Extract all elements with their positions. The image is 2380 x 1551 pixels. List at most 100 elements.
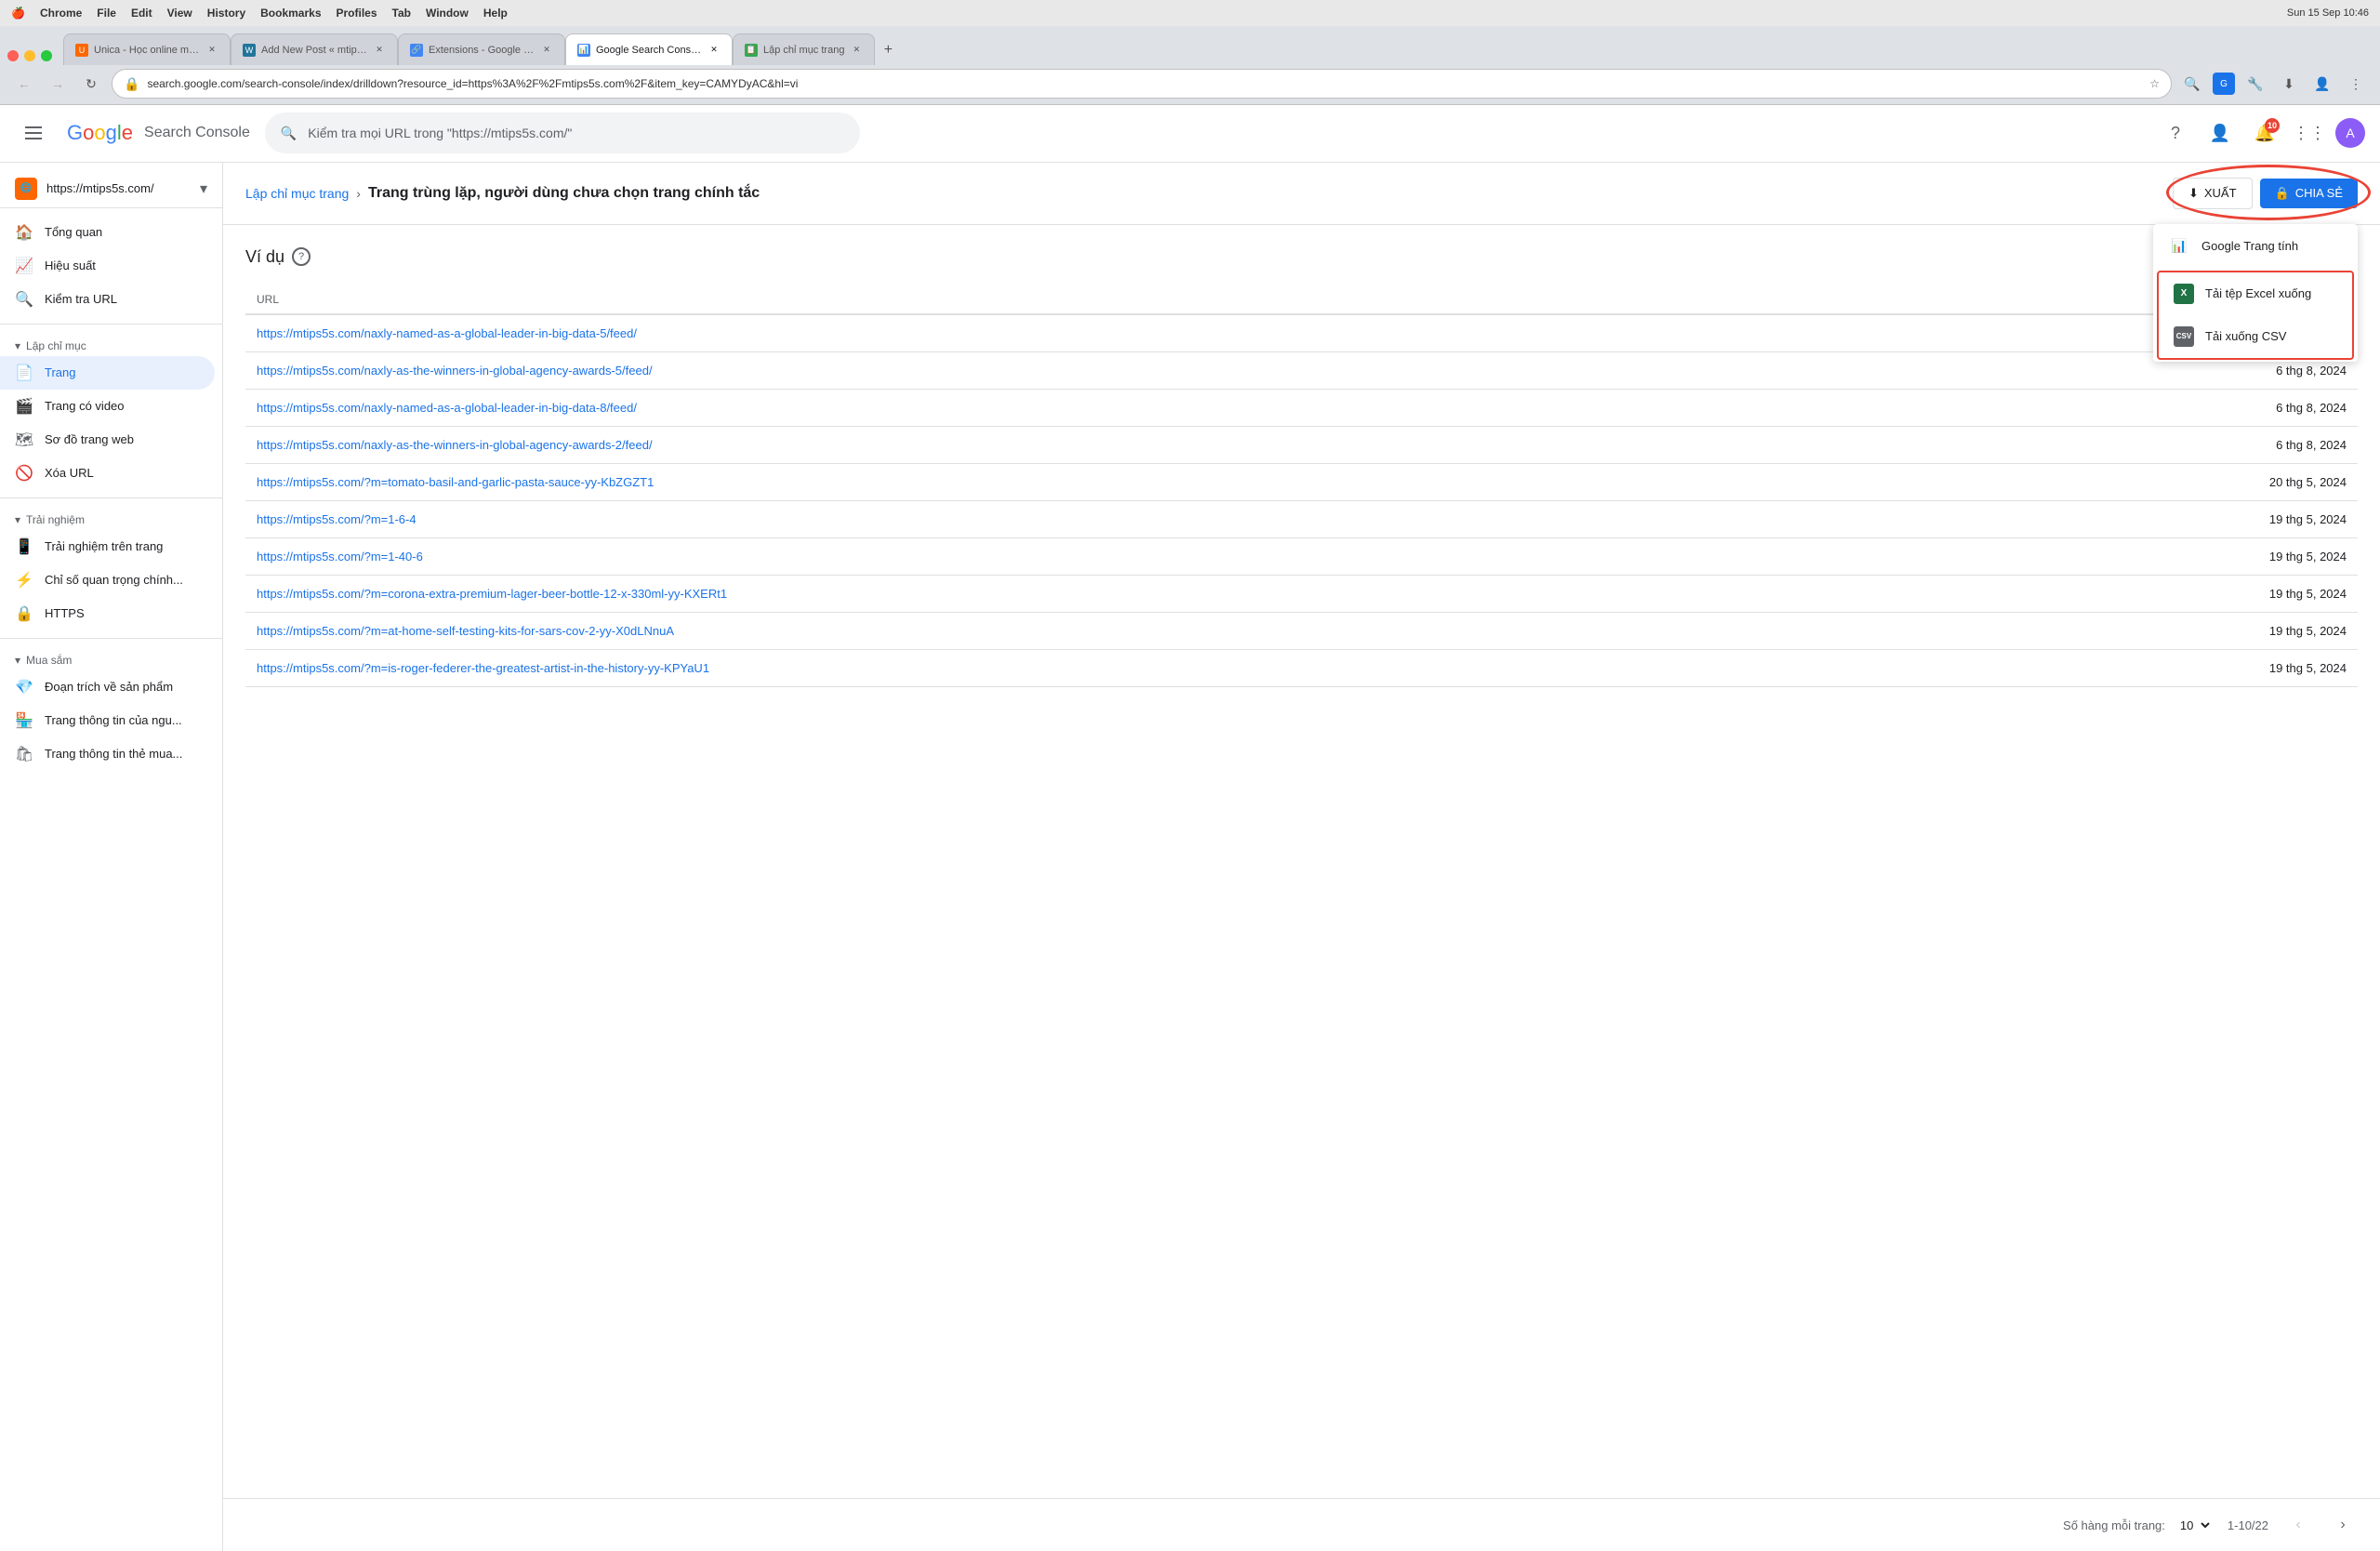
file-menu[interactable]: File	[97, 7, 116, 20]
table-cell-url[interactable]: https://mtips5s.com/naxly-named-as-a-glo…	[245, 314, 2003, 352]
tab-menu[interactable]: Tab	[392, 7, 411, 20]
https-icon: 🔒	[15, 604, 33, 623]
property-icon: 🌐	[15, 178, 37, 200]
tab-unica-close[interactable]: ✕	[205, 44, 218, 57]
table-cell-url[interactable]: https://mtips5s.com/naxly-named-as-a-glo…	[245, 389, 2003, 426]
help-menu[interactable]: Help	[483, 7, 508, 20]
section-title-text: Ví dụ	[245, 247, 284, 267]
sidebar-item-doan-trich[interactable]: 💎 Đoạn trích về sản phẩm	[0, 670, 215, 704]
sidebar-item-trang-co-video[interactable]: 🎬 Trang có video	[0, 390, 215, 423]
table-cell-url[interactable]: https://mtips5s.com/?m=corona-extra-prem…	[245, 575, 2003, 612]
maximize-window-btn[interactable]	[41, 50, 52, 61]
tab-extensions-title: Extensions - Google Search C...	[429, 45, 535, 56]
bookmarks-menu[interactable]: Bookmarks	[260, 7, 321, 20]
sidebar-item-hieu-suat[interactable]: 📈 Hiệu suất	[0, 249, 215, 283]
table-cell-url[interactable]: https://mtips5s.com/naxly-as-the-winners…	[245, 426, 2003, 463]
help-icon[interactable]: ?	[2157, 114, 2194, 152]
table-cell-url[interactable]: https://mtips5s.com/?m=tomato-basil-and-…	[245, 463, 2003, 500]
profiles-menu[interactable]: Profiles	[337, 7, 377, 20]
section-trai-nghiem[interactable]: ▾ Trải nghiệm	[0, 506, 222, 530]
bookmark-icon[interactable]: ☆	[2149, 77, 2160, 90]
sidebar-label-https: HTTPS	[45, 606, 85, 620]
sidebar-item-kiem-tra-url[interactable]: 🔍 Kiểm tra URL	[0, 283, 215, 316]
table-cell-url[interactable]: https://mtips5s.com/?m=1-6-4	[245, 500, 2003, 537]
table-cell-date: 19 thg 5, 2024	[2003, 500, 2358, 537]
section-mua-sam[interactable]: ▾ Mua sắm	[0, 646, 222, 670]
sidebar-item-https[interactable]: 🔒 HTTPS	[0, 597, 215, 630]
extension-icon-1[interactable]: 🔍	[2179, 71, 2205, 97]
table-row: https://mtips5s.com/naxly-as-the-winners…	[245, 351, 2358, 389]
tab-gsc-close[interactable]: ✕	[707, 44, 721, 57]
dropdown-item-google-sheets[interactable]: 📊 Google Trang tính	[2153, 224, 2358, 269]
sidebar-label-so-do: Sơ đồ trang web	[45, 432, 134, 446]
apple-icon[interactable]: 🍎	[11, 7, 25, 20]
tab-unica[interactable]: U Unica - Học online mọi kỹ n... ✕	[63, 33, 231, 65]
table-row: https://mtips5s.com/?m=at-home-self-test…	[245, 612, 2358, 649]
edit-menu[interactable]: Edit	[131, 7, 152, 20]
section-title-trai-nghiem: Trải nghiệm	[26, 513, 85, 526]
chrome-menu[interactable]: Chrome	[40, 7, 82, 20]
table-row: https://mtips5s.com/naxly-named-as-a-glo…	[245, 389, 2358, 426]
share-button[interactable]: 🔒 CHIA SẺ	[2260, 179, 2358, 208]
sidebar-item-trai-nghiem-tren-trang[interactable]: 📱 Trải nghiệm trên trang	[0, 530, 215, 563]
extension-icon-3[interactable]: 🔧	[2242, 71, 2268, 97]
table-cell-url[interactable]: https://mtips5s.com/?m=1-40-6	[245, 537, 2003, 575]
profile-icon[interactable]: 👤	[2309, 71, 2335, 97]
notification-badge: 10	[2265, 118, 2280, 133]
gsc-search-bar[interactable]: 🔍 Kiểm tra mọi URL trong "https://mtips5…	[265, 113, 860, 153]
table-cell-url[interactable]: https://mtips5s.com/?m=at-home-self-test…	[245, 612, 2003, 649]
dropdown-item-csv[interactable]: CSV Tải xuống CSV	[2159, 315, 2352, 358]
section-lap-chi-muc[interactable]: ▾ Lập chỉ mục	[0, 332, 222, 356]
sidebar-label-the-mua: Trang thông tin thẻ mua...	[45, 747, 182, 761]
rows-per-page-label: Số hàng mỗi trang:	[2063, 1518, 2165, 1532]
view-menu[interactable]: View	[167, 7, 192, 20]
notifications-icon[interactable]: 🔔 10	[2246, 114, 2283, 152]
export-label: XUẤT	[2204, 186, 2237, 200]
pagination-prev-button[interactable]: ‹	[2283, 1510, 2313, 1540]
info-icon[interactable]: ?	[292, 247, 311, 266]
share-lock-icon: 🔒	[2275, 186, 2290, 201]
tab-gsc[interactable]: 📊 Google Search Console & Bin... ✕	[565, 33, 733, 65]
pagination-next-button[interactable]: ›	[2328, 1510, 2358, 1540]
rows-per-page-select[interactable]: 10 25 50	[2173, 1514, 2213, 1537]
sidebar-item-thong-tin-nguoi[interactable]: 🏪 Trang thông tin của ngu...	[0, 704, 215, 737]
table-cell-url[interactable]: https://mtips5s.com/?m=is-roger-federer-…	[245, 649, 2003, 686]
address-bar[interactable]: 🔒 search.google.com/search-console/index…	[112, 69, 2172, 99]
history-menu[interactable]: History	[207, 7, 245, 20]
back-button[interactable]: ←	[11, 71, 37, 97]
minimize-window-btn[interactable]	[24, 50, 35, 61]
sidebar-item-the-mua[interactable]: 🛍 Trang thông tin thẻ mua...	[0, 737, 215, 771]
tab-extensions[interactable]: 🔗 Extensions - Google Search C... ✕	[398, 33, 565, 65]
extension-icon-4[interactable]: ⬇	[2276, 71, 2302, 97]
sidebar-item-so-do[interactable]: 🗺 Sơ đồ trang web	[0, 423, 215, 457]
account-icon[interactable]: 👤	[2202, 114, 2239, 152]
user-avatar[interactable]: A	[2335, 118, 2365, 148]
tab-lapchimuc[interactable]: 📋 Lập chỉ mục trang ✕	[733, 33, 875, 65]
breadcrumb-parent[interactable]: Lập chỉ mục trang	[245, 186, 349, 201]
tab-extensions-close[interactable]: ✕	[540, 44, 553, 57]
reload-button[interactable]: ↻	[78, 71, 104, 97]
new-tab-button[interactable]: +	[875, 37, 901, 63]
page-icon: 📄	[15, 364, 33, 382]
gsc-product-name: Search Console	[144, 125, 250, 141]
tab-lapchimuc-close[interactable]: ✕	[850, 44, 863, 57]
sidebar-item-chi-so[interactable]: ⚡ Chỉ số quan trọng chính...	[0, 563, 215, 597]
table-cell-url[interactable]: https://mtips5s.com/naxly-as-the-winners…	[245, 351, 2003, 389]
logo-g-blue2: g	[106, 121, 117, 144]
apps-icon[interactable]: ⋮⋮	[2291, 114, 2328, 152]
hamburger-menu[interactable]	[15, 114, 52, 152]
window-menu[interactable]: Window	[426, 7, 469, 20]
dropdown-label-csv: Tải xuống CSV	[2205, 329, 2286, 343]
tab-addpost-close[interactable]: ✕	[373, 44, 386, 57]
sidebar-item-xoa-url[interactable]: 🚫 Xóa URL	[0, 457, 215, 490]
sidebar-item-trang[interactable]: 📄 Trang	[0, 356, 215, 390]
forward-button[interactable]: →	[45, 71, 71, 97]
close-window-btn[interactable]	[7, 50, 19, 61]
menu-button[interactable]: ⋮	[2343, 71, 2369, 97]
export-button[interactable]: ⬇ XUẤT	[2173, 178, 2253, 209]
extension-icon-2[interactable]: G	[2213, 73, 2235, 95]
sidebar-item-tong-quan[interactable]: 🏠 Tổng quan	[0, 216, 215, 249]
tab-addpost[interactable]: W Add New Post « mtips5s — W... ✕	[231, 33, 398, 65]
property-selector[interactable]: 🌐 https://mtips5s.com/ ▾	[0, 170, 222, 208]
dropdown-item-excel[interactable]: X Tải tệp Excel xuống	[2159, 272, 2352, 315]
